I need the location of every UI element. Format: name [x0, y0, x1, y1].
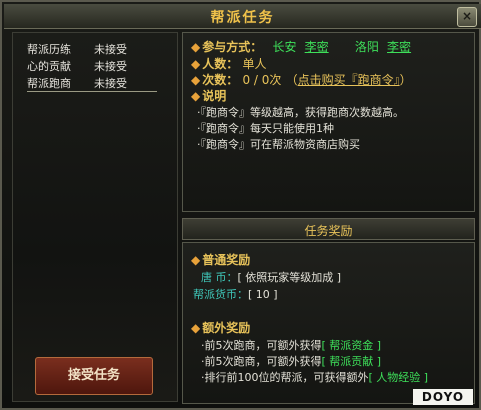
description-line: ·『跑商令』每天只能使用1种 — [197, 122, 334, 135]
description-label: 说明 — [202, 89, 227, 103]
people-row: ◆ 人数： 单人 — [191, 55, 266, 72]
extra-reward-value: [ 帮派贡献 ] — [321, 355, 382, 368]
diamond-icon: ◆ — [191, 73, 201, 87]
times-row: ◆ 次数： 0 / 0次 （点击购买『跑商令』） — [191, 71, 412, 88]
normal-reward-heading: ◆ 普通奖励 — [191, 251, 250, 268]
window-title: 帮派任务 — [210, 10, 275, 26]
participation-label: 参与方式： — [202, 40, 263, 54]
guild-quest-window: 帮派任务 × 帮派历练 未接受 心的贡献 未接受 帮派跑商 未接受 接受任务 ◆… — [0, 0, 481, 410]
npc-link-changan[interactable]: 李密 — [305, 40, 329, 54]
quest-name: 心的贡献 — [27, 60, 71, 73]
diamond-icon: ◆ — [191, 40, 201, 54]
buy-paren-open: （ — [285, 73, 298, 87]
location-changan: 长安 — [272, 40, 297, 54]
extra-reward-row: ·前5次跑商，可额外获得[ 帮派贡献 ] — [201, 353, 381, 369]
quest-list-panel: 帮派历练 未接受 心的贡献 未接受 帮派跑商 未接受 接受任务 — [12, 32, 178, 402]
buy-trade-token-link[interactable]: 点击购买『跑商令』 — [298, 73, 400, 87]
title-bar[interactable]: 帮派任务 × — [4, 4, 481, 29]
buy-paren-close: ） — [399, 73, 412, 87]
extra-reward-text: ·前5次跑商，可额外获得 — [201, 355, 322, 368]
extra-reward-value: [ 帮派资金 ] — [321, 339, 382, 352]
reward-label: 唐 币： — [201, 271, 238, 284]
quest-name: 帮派跑商 — [27, 77, 71, 90]
times-label: 次数： — [202, 73, 239, 87]
extra-reward-heading: ◆ 额外奖励 — [191, 319, 250, 336]
diamond-icon: ◆ — [191, 253, 201, 267]
quest-info-panel: ◆ 参与方式： 长安 李密 洛阳 李密 ◆ 人数： 单人 ◆ 次数： 0 / 0次 （… — [182, 32, 475, 212]
quest-name: 帮派历练 — [27, 43, 71, 56]
reward-panel: ◆ 普通奖励 唐 币：[ 依照玩家等级加成 ] 帮派货币：[ 10 ] ◆ 额外奖励… — [182, 242, 475, 404]
extra-reward-label: 额外奖励 — [202, 321, 251, 335]
people-label: 人数： — [202, 57, 239, 71]
reward-value: [ 依照玩家等级加成 ] — [237, 271, 342, 284]
location-luoyang: 洛阳 — [354, 40, 379, 54]
description-line: ·『跑商令』可在帮派物资商店购买 — [197, 138, 360, 151]
reward-section-header: 任务奖励 — [182, 218, 475, 240]
quest-item-guild-trade[interactable]: 帮派跑商 未接受 — [27, 75, 157, 92]
people-value: 单人 — [242, 57, 267, 71]
reward-value: [ 10 ] — [248, 288, 278, 301]
quest-status: 未接受 — [94, 60, 127, 73]
extra-reward-text: ·排行前100位的帮派，可获得额外 — [201, 371, 369, 384]
quest-status: 未接受 — [94, 43, 127, 56]
npc-link-luoyang[interactable]: 李密 — [387, 40, 411, 54]
diamond-icon: ◆ — [191, 57, 201, 71]
accept-quest-button[interactable]: 接受任务 — [35, 357, 153, 395]
close-button[interactable]: × — [457, 7, 477, 27]
reward-label: 帮派货币： — [193, 288, 248, 301]
description-heading: ◆ 说明 — [191, 87, 226, 104]
reward-title: 任务奖励 — [304, 224, 353, 238]
quest-status: 未接受 — [94, 77, 127, 90]
normal-reward-label: 普通奖励 — [202, 253, 251, 267]
participation-row: ◆ 参与方式： 长安 李密 洛阳 李密 — [191, 38, 411, 55]
extra-reward-row: ·前5次跑商，可额外获得[ 帮派资金 ] — [201, 337, 381, 353]
diamond-icon: ◆ — [191, 89, 201, 103]
description-line: ·『跑商令』等级越高，获得跑商次数越高。 — [197, 106, 404, 119]
extra-reward-row: ·排行前100位的帮派，可获得额外[ 人物经验 ] — [201, 369, 428, 385]
times-value: 0 / 0次 — [242, 73, 282, 87]
reward-row-guild-currency: 帮派货币：[ 10 ] — [193, 286, 278, 302]
diamond-icon: ◆ — [191, 321, 201, 335]
extra-reward-text: ·前5次跑商，可额外获得 — [201, 339, 322, 352]
doyo-logo: DOYO — [413, 389, 473, 405]
extra-reward-value: [ 人物经验 ] — [368, 371, 429, 384]
reward-row-tang-coin: 唐 币：[ 依照玩家等级加成 ] — [201, 269, 341, 285]
